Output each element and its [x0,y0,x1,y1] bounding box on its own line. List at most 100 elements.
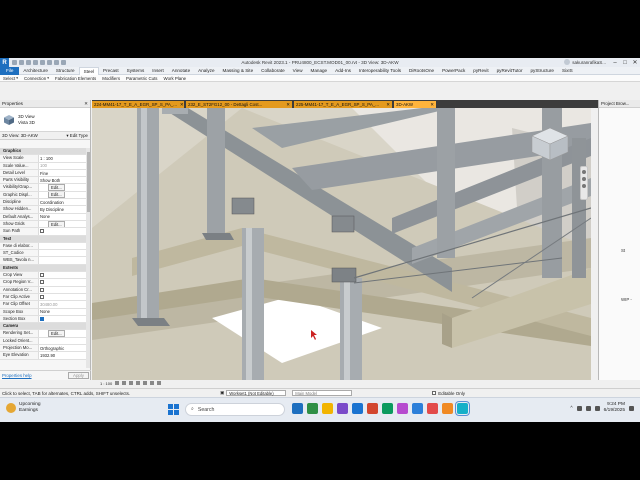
undo-icon[interactable] [26,60,31,65]
ribbon-tab-interoperability-tools[interactable]: Interoperability Tools [355,67,405,75]
property-value[interactable]: Orthographic [38,345,86,352]
ribbon-panel-modifiers[interactable]: Modifiers [99,76,123,81]
close-tab-icon[interactable]: ✕ [386,102,390,108]
property-value[interactable]: Show Both [38,177,86,184]
hide-isolate-icon[interactable] [157,381,162,385]
property-value[interactable] [38,228,86,235]
lock-view-icon[interactable] [150,381,155,385]
browser-tree-item[interactable] [599,311,640,318]
edit-button[interactable]: Edit... [48,184,65,191]
ribbon-tab-pyrevit[interactable]: pyRevit [469,67,492,75]
close-tab-icon[interactable]: ✕ [430,102,434,108]
property-checkbox[interactable] [40,280,44,285]
browser-tree-item[interactable] [599,255,640,262]
volume-icon[interactable] [585,405,591,411]
navigation-bar[interactable] [580,166,588,200]
taskbar-app-icon[interactable] [455,401,470,416]
save-icon[interactable] [19,60,24,65]
browser-tree-item[interactable] [599,108,640,115]
instance-selector[interactable]: 3D View: 3D-AKW ▾ Edit Type [0,132,90,140]
wifi-icon[interactable] [576,405,582,411]
ribbon-tab-structure[interactable]: Structure [52,67,79,75]
property-value[interactable]: Edit... [38,330,86,337]
property-value[interactable]: None [38,308,86,315]
ribbon-tab-steel[interactable]: Steel [78,66,100,75]
browser-tree-item[interactable] [599,115,640,122]
ribbon-panel-parametric-cuts[interactable]: Parametric Cuts [123,76,160,81]
ribbon-tab-add-ins[interactable]: Add-Ins [331,67,355,75]
taskbar-search[interactable]: ⌕ Search [185,403,285,416]
editable-only-toggle[interactable]: Editable Only [432,391,465,396]
open-icon[interactable] [12,60,17,65]
browser-tree-item[interactable] [599,283,640,290]
browser-tree-item[interactable] [599,185,640,192]
document-tab[interactable]: 3D-AKW ✕ [394,101,436,108]
property-section[interactable]: Extents [0,264,86,273]
print-icon[interactable] [40,60,45,65]
view-scale[interactable]: 1 : 100 [100,381,112,386]
property-value[interactable] [38,279,86,286]
taskbar-app-icon[interactable] [292,403,303,414]
browser-tree-item[interactable] [599,143,640,150]
ribbon-tab-file[interactable]: File [0,66,20,75]
property-value[interactable]: Coordination [38,199,86,206]
browser-tree-item[interactable] [599,171,640,178]
user-account[interactable]: sakuranrafikaS... [564,59,606,65]
ribbon-tab-powerpack[interactable]: PowerPack [438,67,469,75]
browser-tree-item[interactable] [599,269,640,276]
taskbar-app-icon[interactable] [352,403,363,414]
browser-tree-item[interactable] [599,234,640,241]
property-value[interactable] [38,272,86,279]
property-value[interactable] [38,286,86,293]
browser-tree-item[interactable] [599,227,640,234]
browser-tree-item[interactable] [599,290,640,297]
property-value[interactable] [38,250,86,257]
browser-tree-item[interactable] [599,220,640,227]
close-tab-icon[interactable]: ✕ [180,102,184,108]
property-checkbox[interactable] [40,316,44,321]
property-value[interactable]: None [38,213,86,220]
browser-tree-item[interactable] [599,304,640,311]
model-3d-view[interactable] [92,108,591,380]
property-value[interactable] [38,257,86,264]
document-tab[interactable]: 224-MM41-17_T_E_A_EGR_SP_S_PA_... ✕ [92,101,184,108]
browser-tree-item[interactable] [599,164,640,171]
workset-selector[interactable]: ▣ Workset1 (Not Editable) [220,390,287,396]
crop-icon[interactable] [143,381,148,385]
property-value[interactable]: Fine [38,169,86,177]
zoom-icon[interactable] [582,177,586,181]
taskbar-app-icon[interactable] [307,403,318,414]
redo-icon[interactable] [33,60,38,65]
taskbar-app-icon[interactable] [397,403,408,414]
browser-tree-item[interactable] [599,206,640,213]
browser-tree-item[interactable] [599,262,640,269]
browser-tree-item[interactable] [599,136,640,143]
minimize-icon[interactable]: – [610,58,620,67]
property-value[interactable] [38,293,86,301]
ribbon-tab-collaborate[interactable]: Collaborate [257,67,289,75]
property-value[interactable] [38,242,86,250]
ribbon-tab-view[interactable]: View [289,67,307,75]
browser-tree-item[interactable]: St [599,248,640,255]
browser-tree-item[interactable] [599,178,640,185]
browser-tree-item[interactable] [599,122,640,129]
close-tab-icon[interactable]: ✕ [286,102,290,108]
ribbon-tab-pystructure[interactable]: pyStructure [527,67,559,75]
taskbar-app-icon[interactable] [412,403,423,414]
edit-button[interactable]: Edit... [48,330,65,337]
ribbon-tab-analyze[interactable]: Analyze [194,67,218,75]
property-section[interactable]: Graphics [0,148,86,156]
property-value[interactable]: Edit... [38,184,86,191]
start-button[interactable] [168,404,179,415]
taskbar-app-icon[interactable] [367,403,378,414]
scrollbar-thumb[interactable] [86,152,90,212]
close-icon[interactable]: ✕ [630,58,640,67]
shadows-icon[interactable] [136,381,141,385]
ribbon-tab-sixis[interactable]: SixIS [558,67,577,75]
document-tab[interactable]: 232_E_ST2FG12_00 - Dettagli Cost... ✕ [186,101,292,108]
edit-button[interactable]: Edit... [48,191,65,199]
workset-dropdown[interactable]: Workset1 (Not Editable) [226,390,287,396]
edit-type-button[interactable]: ▾ Edit Type [66,133,88,139]
measure-icon[interactable] [47,60,52,65]
ribbon-panel-work-plane[interactable]: Work Plane [161,76,190,81]
